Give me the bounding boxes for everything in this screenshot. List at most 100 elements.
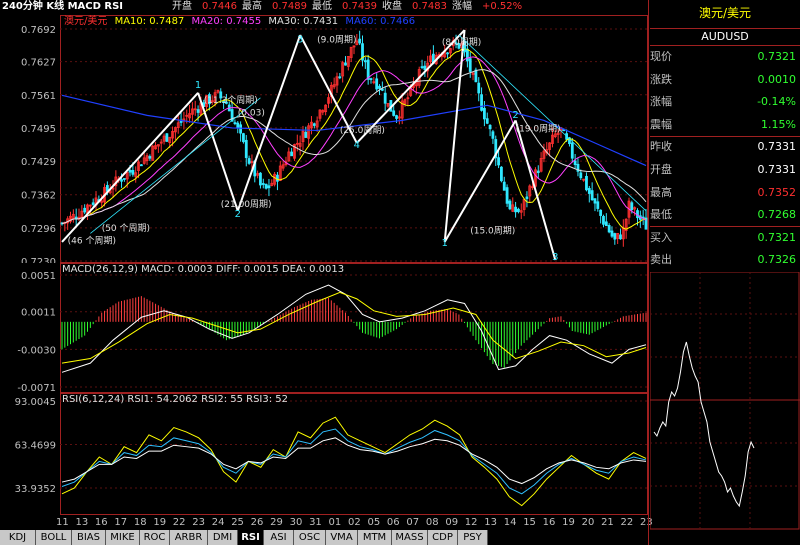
candle-body: [267, 185, 271, 189]
quote-label: 卖出: [650, 253, 672, 267]
x-tick-label: 30: [289, 517, 303, 528]
x-tick-label: 24: [211, 517, 225, 528]
tab-bias[interactable]: BIAS: [72, 530, 106, 545]
x-tick-label: 02: [348, 517, 361, 528]
candlestick-chart[interactable]: 0.7692 0.7627 0.7561 0.7495 0.7429 0.7362 0.72…: [0, 15, 648, 263]
wave-label: 2: [512, 110, 518, 121]
tab-asi[interactable]: ASI: [264, 530, 294, 545]
wave-label: 4: [354, 140, 360, 151]
quote-row: 最低 0.7268: [650, 204, 800, 228]
x-tick-label: 05: [367, 517, 381, 528]
price-y-tick: 0.7296: [21, 224, 56, 235]
macd-legend: MACD(26,12,9) MACD: 0.0003 DIFF: 0.0015 …: [62, 264, 345, 275]
quote-label: 震幅: [650, 117, 672, 131]
wave-label: 3: [552, 252, 558, 263]
tab-kdj[interactable]: KDJ: [0, 530, 36, 545]
intraday-mini-chart[interactable]: 08:0016:0000:00: [650, 272, 800, 530]
wave-label: 3: [297, 35, 303, 46]
legend-ma30: MA30: 0.7431: [268, 16, 339, 27]
wave-annotation: (8.0周期): [442, 37, 481, 48]
price-y-tick: 0.7495: [21, 124, 56, 135]
tab-boll[interactable]: BOLL: [36, 530, 72, 545]
quote-row: 涨跌 0.0010: [650, 69, 800, 91]
candle-body: [366, 59, 370, 80]
quote-row: 最高 0.7352: [650, 182, 800, 204]
wave-annotation: (25.0周期): [340, 125, 385, 136]
candle-body: [244, 139, 248, 159]
quote-label: 买入: [650, 230, 672, 244]
tab-mass[interactable]: MASS: [392, 530, 428, 545]
x-tick-label: 01: [328, 517, 342, 528]
wave-annotation: (19.0周期): [516, 123, 561, 134]
candle-body: [148, 156, 152, 159]
tab-psy[interactable]: PSY: [458, 530, 488, 545]
legend-ma10: MA10: 0.7487: [114, 16, 185, 27]
x-tick-label: 16: [94, 517, 108, 528]
tab-mtm[interactable]: MTM: [358, 530, 392, 545]
candle-body: [131, 169, 135, 175]
candle-body: [483, 107, 486, 120]
quote-value: 0.7352: [757, 185, 797, 199]
x-tick-label: 19: [562, 517, 575, 528]
tab-mike[interactable]: MIKE: [106, 530, 140, 545]
quote-row: 震幅 1.15%: [650, 114, 800, 137]
wave-label: 2: [235, 209, 241, 220]
quote-code: AUDUSD: [650, 28, 800, 46]
candle-body: [312, 123, 316, 126]
header-field-label: 收盘: [382, 1, 402, 12]
tab-osc[interactable]: OSC: [294, 530, 326, 545]
candle-body: [259, 172, 262, 186]
price-legend: 澳元/美元 MA10: 0.7487 MA20: 0.7455 MA30: 0.…: [64, 16, 415, 28]
candle-body: [500, 166, 503, 182]
tab-dmi[interactable]: DMI: [208, 530, 238, 545]
candle-body: [380, 88, 384, 91]
tab-arbr[interactable]: ARBR: [170, 530, 208, 545]
price-y-tick: 0.7561: [21, 91, 56, 102]
elliott-wave-line: [514, 120, 557, 261]
tab-rsi[interactable]: RSI: [238, 530, 264, 545]
x-tick-label: 22: [620, 517, 634, 528]
candle-body: [514, 206, 517, 213]
header-field-value: 0.7483: [412, 1, 447, 12]
candle-body: [508, 200, 512, 210]
candle-body: [587, 188, 591, 194]
candle-body: [610, 230, 614, 237]
header-field-value: 0.7489: [272, 1, 307, 12]
candle-body: [233, 122, 237, 125]
mini-price-line: [653, 341, 755, 508]
x-tick-label: 07: [406, 517, 420, 528]
rsi-chart[interactable]: 93.0045 63.4699 33.9352: [0, 393, 648, 515]
quote-label: 开盘: [650, 163, 672, 176]
x-axis: 11 13 16 17 18 19 22 23 24 25 26 29 30 31 01 02 05 06 07 08…: [56, 516, 653, 530]
candle-body: [480, 94, 483, 111]
x-tick-label: 09: [445, 517, 459, 528]
wave-annotation: (9.0周期): [317, 35, 356, 46]
tab-cdp[interactable]: CDP: [428, 530, 458, 545]
x-tick-label: 25: [231, 517, 244, 528]
quote-title: 澳元/美元: [698, 6, 752, 20]
candle-body: [602, 216, 605, 225]
rsi-line: [61, 437, 647, 485]
candle-body: [488, 124, 492, 130]
candle-body: [392, 110, 396, 116]
x-tick-label: 17: [114, 517, 128, 528]
tab-vma[interactable]: VMA: [326, 530, 358, 545]
rsi-line: [61, 428, 647, 495]
candle-body: [604, 221, 608, 227]
candle-body: [378, 85, 381, 89]
legend-symbol: 澳元/美元: [64, 16, 108, 27]
tab-roc[interactable]: ROC: [140, 530, 170, 545]
x-tick-label: 29: [270, 517, 283, 528]
rsi-line: [61, 416, 647, 507]
rsi-legend: RSI(6,12,24) RSI1: 54.2062 RSI2: 55 RSI3…: [62, 394, 289, 405]
candle-body: [491, 131, 495, 139]
candle-body: [570, 142, 574, 159]
candle-body: [122, 178, 126, 180]
elliott-wave-line: [61, 92, 199, 243]
candle-body: [596, 201, 600, 209]
quote-label: 最低: [650, 208, 672, 222]
candle-body: [579, 172, 583, 179]
candle-body: [505, 187, 509, 204]
candle-body: [383, 92, 387, 104]
macd-chart[interactable]: 0.0051 0.0011 -0.0030 -0.0071: [0, 263, 648, 393]
